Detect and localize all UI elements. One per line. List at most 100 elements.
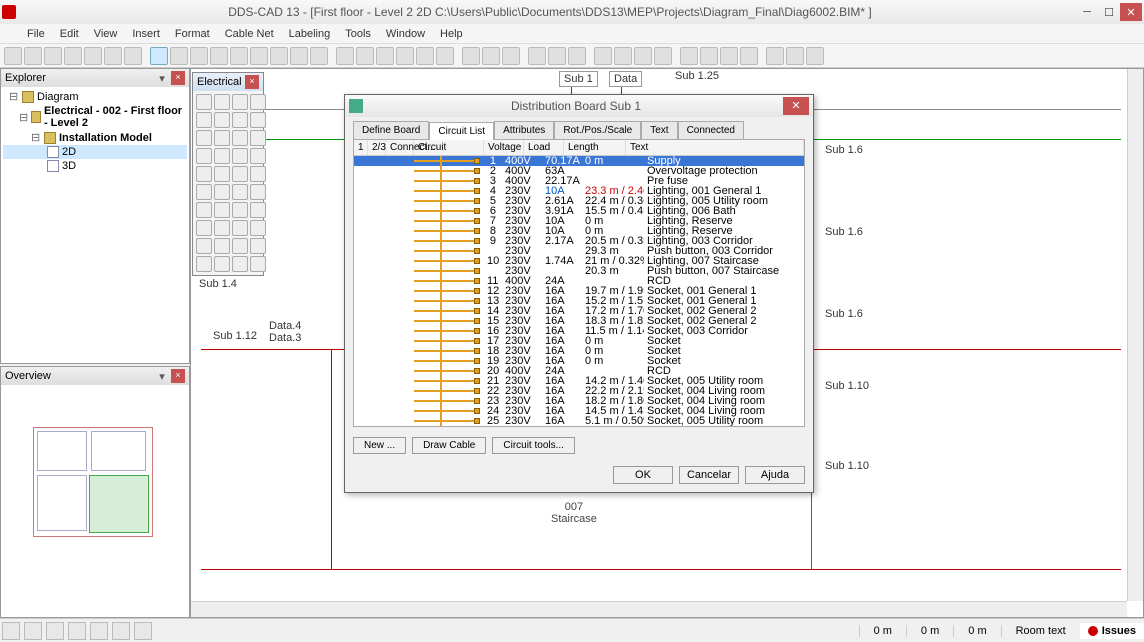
draw-cable-button[interactable]: Draw Cable: [412, 437, 486, 454]
close-panel-icon[interactable]: ×: [171, 71, 185, 85]
dialog-tab[interactable]: Rot./Pos./Scale: [554, 121, 641, 139]
toolbar-button[interactable]: [170, 47, 188, 65]
dialog-tab[interactable]: Define Board: [353, 121, 429, 139]
menu-help[interactable]: Help: [433, 26, 470, 42]
palette-tool[interactable]: [214, 220, 230, 236]
palette-tool[interactable]: [232, 112, 248, 128]
status-button[interactable]: [134, 622, 152, 640]
toolbar-button[interactable]: [548, 47, 566, 65]
toolbar-button[interactable]: [24, 47, 42, 65]
toolbar-button[interactable]: [740, 47, 758, 65]
palette-tool[interactable]: [232, 148, 248, 164]
toolbar-button[interactable]: [594, 47, 612, 65]
palette-tool[interactable]: [214, 166, 230, 182]
palette-tool[interactable]: [214, 112, 230, 128]
toolbar-button[interactable]: [376, 47, 394, 65]
toolbar-button[interactable]: [310, 47, 328, 65]
explorer-tree[interactable]: ⊟Diagram ⊟Electrical - 002 - First floor…: [1, 87, 189, 363]
toolbar-button[interactable]: [4, 47, 22, 65]
status-button[interactable]: [112, 622, 130, 640]
toolbar-button[interactable]: [720, 47, 738, 65]
circuit-table[interactable]: 1400V70.17A0 mSupply2400V63AOvervoltage …: [354, 156, 804, 426]
toolbar-button[interactable]: [230, 47, 248, 65]
toolbar-button[interactable]: [436, 47, 454, 65]
toolbar-button[interactable]: [568, 47, 586, 65]
toolbar-button[interactable]: [190, 47, 208, 65]
palette-tool[interactable]: [196, 220, 212, 236]
toolbar-button[interactable]: [462, 47, 480, 65]
toolbar-button[interactable]: [806, 47, 824, 65]
toolbar-button[interactable]: [700, 47, 718, 65]
toolbar-button[interactable]: [270, 47, 288, 65]
toolbar-button[interactable]: [614, 47, 632, 65]
toolbar-button[interactable]: [356, 47, 374, 65]
toolbar-button[interactable]: [528, 47, 546, 65]
ok-button[interactable]: OK: [613, 466, 673, 484]
toolbar-button[interactable]: [482, 47, 500, 65]
toolbar-button[interactable]: [64, 47, 82, 65]
cancel-button[interactable]: Cancelar: [679, 466, 739, 484]
palette-tool[interactable]: [232, 166, 248, 182]
menu-edit[interactable]: Edit: [53, 26, 86, 42]
palette-tool[interactable]: [250, 220, 266, 236]
dialog-tab[interactable]: Circuit List: [429, 122, 494, 140]
palette-tool[interactable]: [196, 166, 212, 182]
close-panel-icon[interactable]: ×: [171, 369, 185, 383]
toolbar-button[interactable]: [416, 47, 434, 65]
palette-tool[interactable]: [214, 94, 230, 110]
dialog-tab[interactable]: Connected: [678, 121, 744, 139]
palette-tool[interactable]: [196, 202, 212, 218]
palette-tool[interactable]: [214, 256, 230, 272]
toolbar-button[interactable]: [84, 47, 102, 65]
toolbar-button[interactable]: [210, 47, 228, 65]
new-button[interactable]: New ...: [353, 437, 406, 454]
palette-tool[interactable]: [214, 202, 230, 218]
toolbar-button[interactable]: [250, 47, 268, 65]
toolbar-button[interactable]: [150, 47, 168, 65]
palette-tool[interactable]: [250, 238, 266, 254]
toolbar-button[interactable]: [654, 47, 672, 65]
table-row[interactable]: 25230V16A5.1 m / 0.50%Socket, 005 Utilit…: [354, 416, 804, 426]
palette-tool[interactable]: [250, 130, 266, 146]
issues-indicator[interactable]: Issues: [1080, 623, 1144, 639]
menu-format[interactable]: Format: [168, 26, 217, 42]
overview-thumbnail[interactable]: [3, 387, 187, 615]
menu-labeling[interactable]: Labeling: [282, 26, 338, 42]
dialog-tab[interactable]: Text: [641, 121, 677, 139]
palette-tool[interactable]: [250, 148, 266, 164]
status-button[interactable]: [90, 622, 108, 640]
close-panel-icon[interactable]: ×: [245, 75, 259, 89]
palette-tool[interactable]: [196, 256, 212, 272]
palette-tool[interactable]: [214, 130, 230, 146]
status-button[interactable]: [2, 622, 20, 640]
minimize-button[interactable]: ─: [1076, 3, 1098, 21]
toolbar-button[interactable]: [290, 47, 308, 65]
palette-tool[interactable]: [250, 166, 266, 182]
palette-tool[interactable]: [250, 256, 266, 272]
close-button[interactable]: ✕: [1120, 3, 1142, 21]
palette-tool[interactable]: [196, 130, 212, 146]
toolbar-button[interactable]: [396, 47, 414, 65]
palette-tool[interactable]: [232, 202, 248, 218]
toolbar-button[interactable]: [766, 47, 784, 65]
toolbar-button[interactable]: [786, 47, 804, 65]
palette-tool[interactable]: [214, 184, 230, 200]
horizontal-scrollbar[interactable]: [191, 601, 1127, 617]
palette-tool[interactable]: [214, 148, 230, 164]
toolbar-button[interactable]: [44, 47, 62, 65]
toolbar-button[interactable]: [124, 47, 142, 65]
help-button[interactable]: Ajuda: [745, 466, 805, 484]
palette-tool[interactable]: [250, 184, 266, 200]
toolbar-button[interactable]: [680, 47, 698, 65]
toolbar-button[interactable]: [634, 47, 652, 65]
menu-cable-net[interactable]: Cable Net: [218, 26, 281, 42]
toolbar-button[interactable]: [104, 47, 122, 65]
menu-tools[interactable]: Tools: [338, 26, 378, 42]
palette-tool[interactable]: [196, 94, 212, 110]
palette-tool[interactable]: [232, 256, 248, 272]
palette-tool[interactable]: [232, 130, 248, 146]
vertical-scrollbar[interactable]: [1127, 69, 1143, 601]
palette-tool[interactable]: [250, 202, 266, 218]
status-button[interactable]: [68, 622, 86, 640]
palette-tool[interactable]: [232, 94, 248, 110]
